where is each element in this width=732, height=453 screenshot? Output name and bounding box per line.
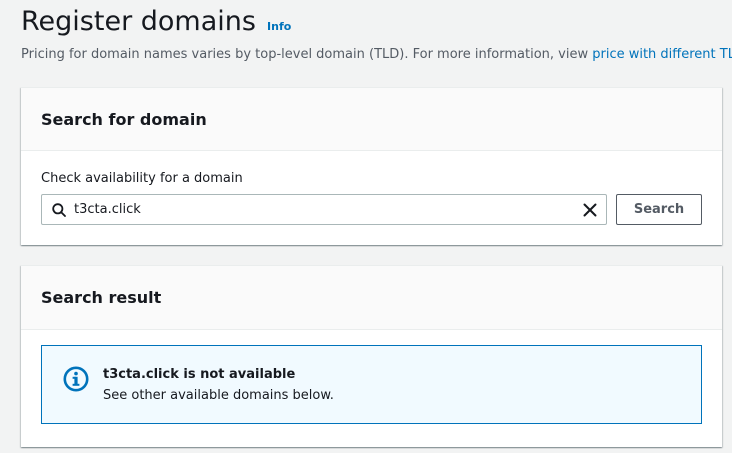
page-description: Pricing for domain names varies by top-l… xyxy=(21,46,732,64)
search-domain-panel: Search for domain Check availability for… xyxy=(21,87,722,245)
domain-search-input[interactable] xyxy=(74,197,582,222)
alert-title: t3cta.click is not available xyxy=(103,367,296,382)
search-button[interactable]: Search xyxy=(616,194,702,225)
tld-pricing-link[interactable]: price with different TLDs xyxy=(592,47,732,62)
close-icon[interactable] xyxy=(582,202,598,218)
description-text: Pricing for domain names varies by top-l… xyxy=(21,47,593,62)
info-link[interactable]: Info xyxy=(267,20,291,33)
availability-alert: t3cta.click is not available See other a… xyxy=(41,345,702,424)
alert-message: See other available domains below. xyxy=(103,388,334,403)
page-title: Register domains xyxy=(21,6,256,37)
result-panel-header: Search result xyxy=(21,266,722,330)
register-domains-page: Register domains Info Pricing for domain… xyxy=(0,0,732,453)
search-panel-header: Search for domain xyxy=(21,88,722,151)
domain-search-field[interactable] xyxy=(41,194,607,225)
page-header: Register domains Info xyxy=(21,2,291,42)
search-icon xyxy=(52,202,66,217)
info-icon xyxy=(63,366,89,392)
domain-field-label: Check availability for a domain xyxy=(41,171,243,186)
search-panel-title: Search for domain xyxy=(41,109,207,129)
alert-content: t3cta.click is not available See other a… xyxy=(103,366,334,405)
search-result-panel: Search result t3cta.click is not availab… xyxy=(21,265,722,447)
result-panel-title: Search result xyxy=(41,288,162,307)
